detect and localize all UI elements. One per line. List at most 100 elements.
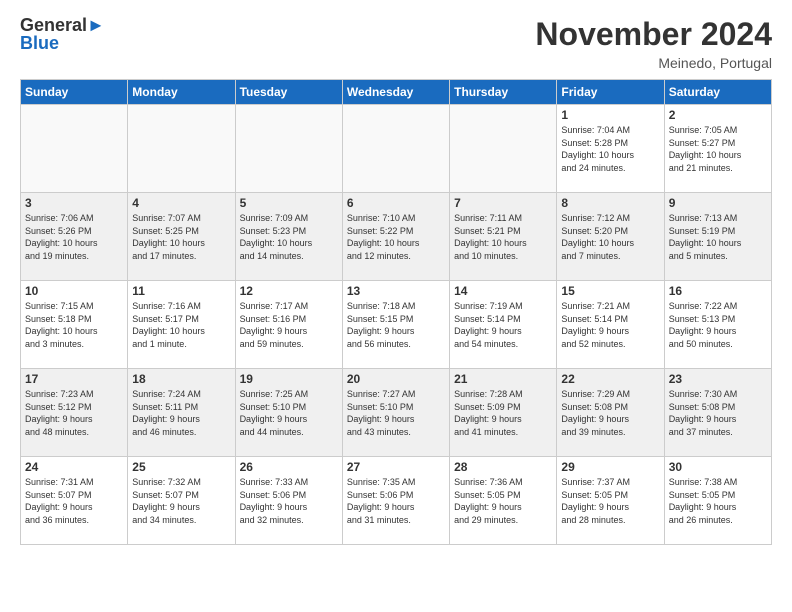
day-number: 15 [561, 284, 659, 298]
day-info: Sunrise: 7:12 AM Sunset: 5:20 PM Dayligh… [561, 212, 659, 262]
day-number: 19 [240, 372, 338, 386]
col-header-sunday: Sunday [21, 80, 128, 105]
day-info: Sunrise: 7:32 AM Sunset: 5:07 PM Dayligh… [132, 476, 230, 526]
day-number: 22 [561, 372, 659, 386]
calendar-cell: 10Sunrise: 7:15 AM Sunset: 5:18 PM Dayli… [21, 281, 128, 369]
day-number: 23 [669, 372, 767, 386]
day-info: Sunrise: 7:36 AM Sunset: 5:05 PM Dayligh… [454, 476, 552, 526]
day-number: 14 [454, 284, 552, 298]
page: General► Blue November 2024 Meinedo, Por… [0, 0, 792, 612]
day-number: 5 [240, 196, 338, 210]
col-header-wednesday: Wednesday [342, 80, 449, 105]
calendar-cell [342, 105, 449, 193]
day-info: Sunrise: 7:35 AM Sunset: 5:06 PM Dayligh… [347, 476, 445, 526]
day-number: 24 [25, 460, 123, 474]
calendar-week-4: 17Sunrise: 7:23 AM Sunset: 5:12 PM Dayli… [21, 369, 772, 457]
day-info: Sunrise: 7:10 AM Sunset: 5:22 PM Dayligh… [347, 212, 445, 262]
logo: General► Blue [20, 16, 105, 54]
day-number: 4 [132, 196, 230, 210]
day-number: 20 [347, 372, 445, 386]
calendar-cell: 20 Sunrise: 7:27 AM Sunset: 5:10 PM Dayli… [342, 369, 449, 457]
calendar-cell: 27 Sunrise: 7:35 AM Sunset: 5:06 PM Dayli… [342, 457, 449, 545]
day-info: Sunrise: 7:28 AM Sunset: 5:09 PM Dayligh… [454, 388, 552, 438]
calendar-week-1: 1 Sunrise: 7:04 AM Sunset: 5:28 PM Daylig… [21, 105, 772, 193]
calendar-cell: 15 Sunrise: 7:21 AM Sunset: 5:14 PM Dayli… [557, 281, 664, 369]
day-number: 17 [25, 372, 123, 386]
day-number: 16 [669, 284, 767, 298]
logo-blue: Blue [20, 34, 105, 54]
day-info: Sunrise: 7:13 AM Sunset: 5:19 PM Dayligh… [669, 212, 767, 262]
day-info: Sunrise: 7:04 AM Sunset: 5:28 PM Dayligh… [561, 124, 659, 174]
calendar-cell: 24 Sunrise: 7:31 AM Sunset: 5:07 PM Dayli… [21, 457, 128, 545]
day-number: 27 [347, 460, 445, 474]
day-number: 1 [561, 108, 659, 122]
day-info: Sunrise: 7:24 AM Sunset: 5:11 PM Dayligh… [132, 388, 230, 438]
day-info: Sunrise: 7:18 AM Sunset: 5:15 PM Dayligh… [347, 300, 445, 350]
month-title: November 2024 [535, 16, 772, 53]
day-number: 13 [347, 284, 445, 298]
col-header-tuesday: Tuesday [235, 80, 342, 105]
calendar-cell: 30 Sunrise: 7:38 AM Sunset: 5:05 PM Dayli… [664, 457, 771, 545]
calendar-cell: 14 Sunrise: 7:19 AM Sunset: 5:14 PM Dayli… [450, 281, 557, 369]
day-info: Sunrise: 7:30 AM Sunset: 5:08 PM Dayligh… [669, 388, 767, 438]
day-info: Sunrise: 7:17 AM Sunset: 5:16 PM Dayligh… [240, 300, 338, 350]
day-info: Sunrise: 7:15 AM Sunset: 5:18 PM Dayligh… [25, 300, 123, 350]
day-number: 7 [454, 196, 552, 210]
calendar-cell: 2 Sunrise: 7:05 AM Sunset: 5:27 PM Daylig… [664, 105, 771, 193]
calendar-cell: 1 Sunrise: 7:04 AM Sunset: 5:28 PM Daylig… [557, 105, 664, 193]
day-number: 21 [454, 372, 552, 386]
day-info: Sunrise: 7:16 AM Sunset: 5:17 PM Dayligh… [132, 300, 230, 350]
calendar-cell: 26Sunrise: 7:33 AM Sunset: 5:06 PM Dayli… [235, 457, 342, 545]
day-number: 2 [669, 108, 767, 122]
calendar-cell: 13 Sunrise: 7:18 AM Sunset: 5:15 PM Dayli… [342, 281, 449, 369]
day-info: Sunrise: 7:27 AM Sunset: 5:10 PM Dayligh… [347, 388, 445, 438]
calendar: SundayMondayTuesdayWednesdayThursdayFrid… [20, 79, 772, 545]
day-number: 18 [132, 372, 230, 386]
day-info: Sunrise: 7:38 AM Sunset: 5:05 PM Dayligh… [669, 476, 767, 526]
calendar-cell: 4 Sunrise: 7:07 AM Sunset: 5:25 PM Daylig… [128, 193, 235, 281]
calendar-cell [235, 105, 342, 193]
calendar-week-3: 10Sunrise: 7:15 AM Sunset: 5:18 PM Dayli… [21, 281, 772, 369]
header: General► Blue November 2024 Meinedo, Por… [20, 16, 772, 71]
calendar-cell: 18 Sunrise: 7:24 AM Sunset: 5:11 PM Dayli… [128, 369, 235, 457]
calendar-cell: 16Sunrise: 7:22 AM Sunset: 5:13 PM Dayli… [664, 281, 771, 369]
title-area: November 2024 Meinedo, Portugal [535, 16, 772, 71]
day-info: Sunrise: 7:29 AM Sunset: 5:08 PM Dayligh… [561, 388, 659, 438]
calendar-cell: 25 Sunrise: 7:32 AM Sunset: 5:07 PM Dayli… [128, 457, 235, 545]
location: Meinedo, Portugal [535, 55, 772, 71]
day-info: Sunrise: 7:19 AM Sunset: 5:14 PM Dayligh… [454, 300, 552, 350]
day-number: 25 [132, 460, 230, 474]
calendar-cell [21, 105, 128, 193]
calendar-cell: 29 Sunrise: 7:37 AM Sunset: 5:05 PM Dayli… [557, 457, 664, 545]
calendar-cell: 19 Sunrise: 7:25 AM Sunset: 5:10 PM Dayli… [235, 369, 342, 457]
calendar-cell [128, 105, 235, 193]
day-info: Sunrise: 7:07 AM Sunset: 5:25 PM Dayligh… [132, 212, 230, 262]
day-number: 11 [132, 284, 230, 298]
col-header-monday: Monday [128, 80, 235, 105]
day-info: Sunrise: 7:37 AM Sunset: 5:05 PM Dayligh… [561, 476, 659, 526]
day-info: Sunrise: 7:31 AM Sunset: 5:07 PM Dayligh… [25, 476, 123, 526]
calendar-header-row: SundayMondayTuesdayWednesdayThursdayFrid… [21, 80, 772, 105]
day-number: 6 [347, 196, 445, 210]
calendar-cell: 23 Sunrise: 7:30 AM Sunset: 5:08 PM Dayli… [664, 369, 771, 457]
calendar-cell: 7 Sunrise: 7:11 AM Sunset: 5:21 PM Daylig… [450, 193, 557, 281]
day-number: 29 [561, 460, 659, 474]
day-info: Sunrise: 7:05 AM Sunset: 5:27 PM Dayligh… [669, 124, 767, 174]
day-number: 8 [561, 196, 659, 210]
day-info: Sunrise: 7:33 AM Sunset: 5:06 PM Dayligh… [240, 476, 338, 526]
calendar-cell: 6 Sunrise: 7:10 AM Sunset: 5:22 PM Daylig… [342, 193, 449, 281]
calendar-cell: 5Sunrise: 7:09 AM Sunset: 5:23 PM Daylig… [235, 193, 342, 281]
calendar-week-5: 24 Sunrise: 7:31 AM Sunset: 5:07 PM Dayli… [21, 457, 772, 545]
day-number: 30 [669, 460, 767, 474]
day-info: Sunrise: 7:25 AM Sunset: 5:10 PM Dayligh… [240, 388, 338, 438]
calendar-cell: 3Sunrise: 7:06 AM Sunset: 5:26 PM Daylig… [21, 193, 128, 281]
day-number: 12 [240, 284, 338, 298]
calendar-cell: 12 Sunrise: 7:17 AM Sunset: 5:16 PM Dayli… [235, 281, 342, 369]
calendar-cell: 9Sunrise: 7:13 AM Sunset: 5:19 PM Daylig… [664, 193, 771, 281]
calendar-cell [450, 105, 557, 193]
day-info: Sunrise: 7:21 AM Sunset: 5:14 PM Dayligh… [561, 300, 659, 350]
calendar-cell: 22 Sunrise: 7:29 AM Sunset: 5:08 PM Dayli… [557, 369, 664, 457]
day-info: Sunrise: 7:11 AM Sunset: 5:21 PM Dayligh… [454, 212, 552, 262]
day-number: 28 [454, 460, 552, 474]
calendar-cell: 17Sunrise: 7:23 AM Sunset: 5:12 PM Dayli… [21, 369, 128, 457]
